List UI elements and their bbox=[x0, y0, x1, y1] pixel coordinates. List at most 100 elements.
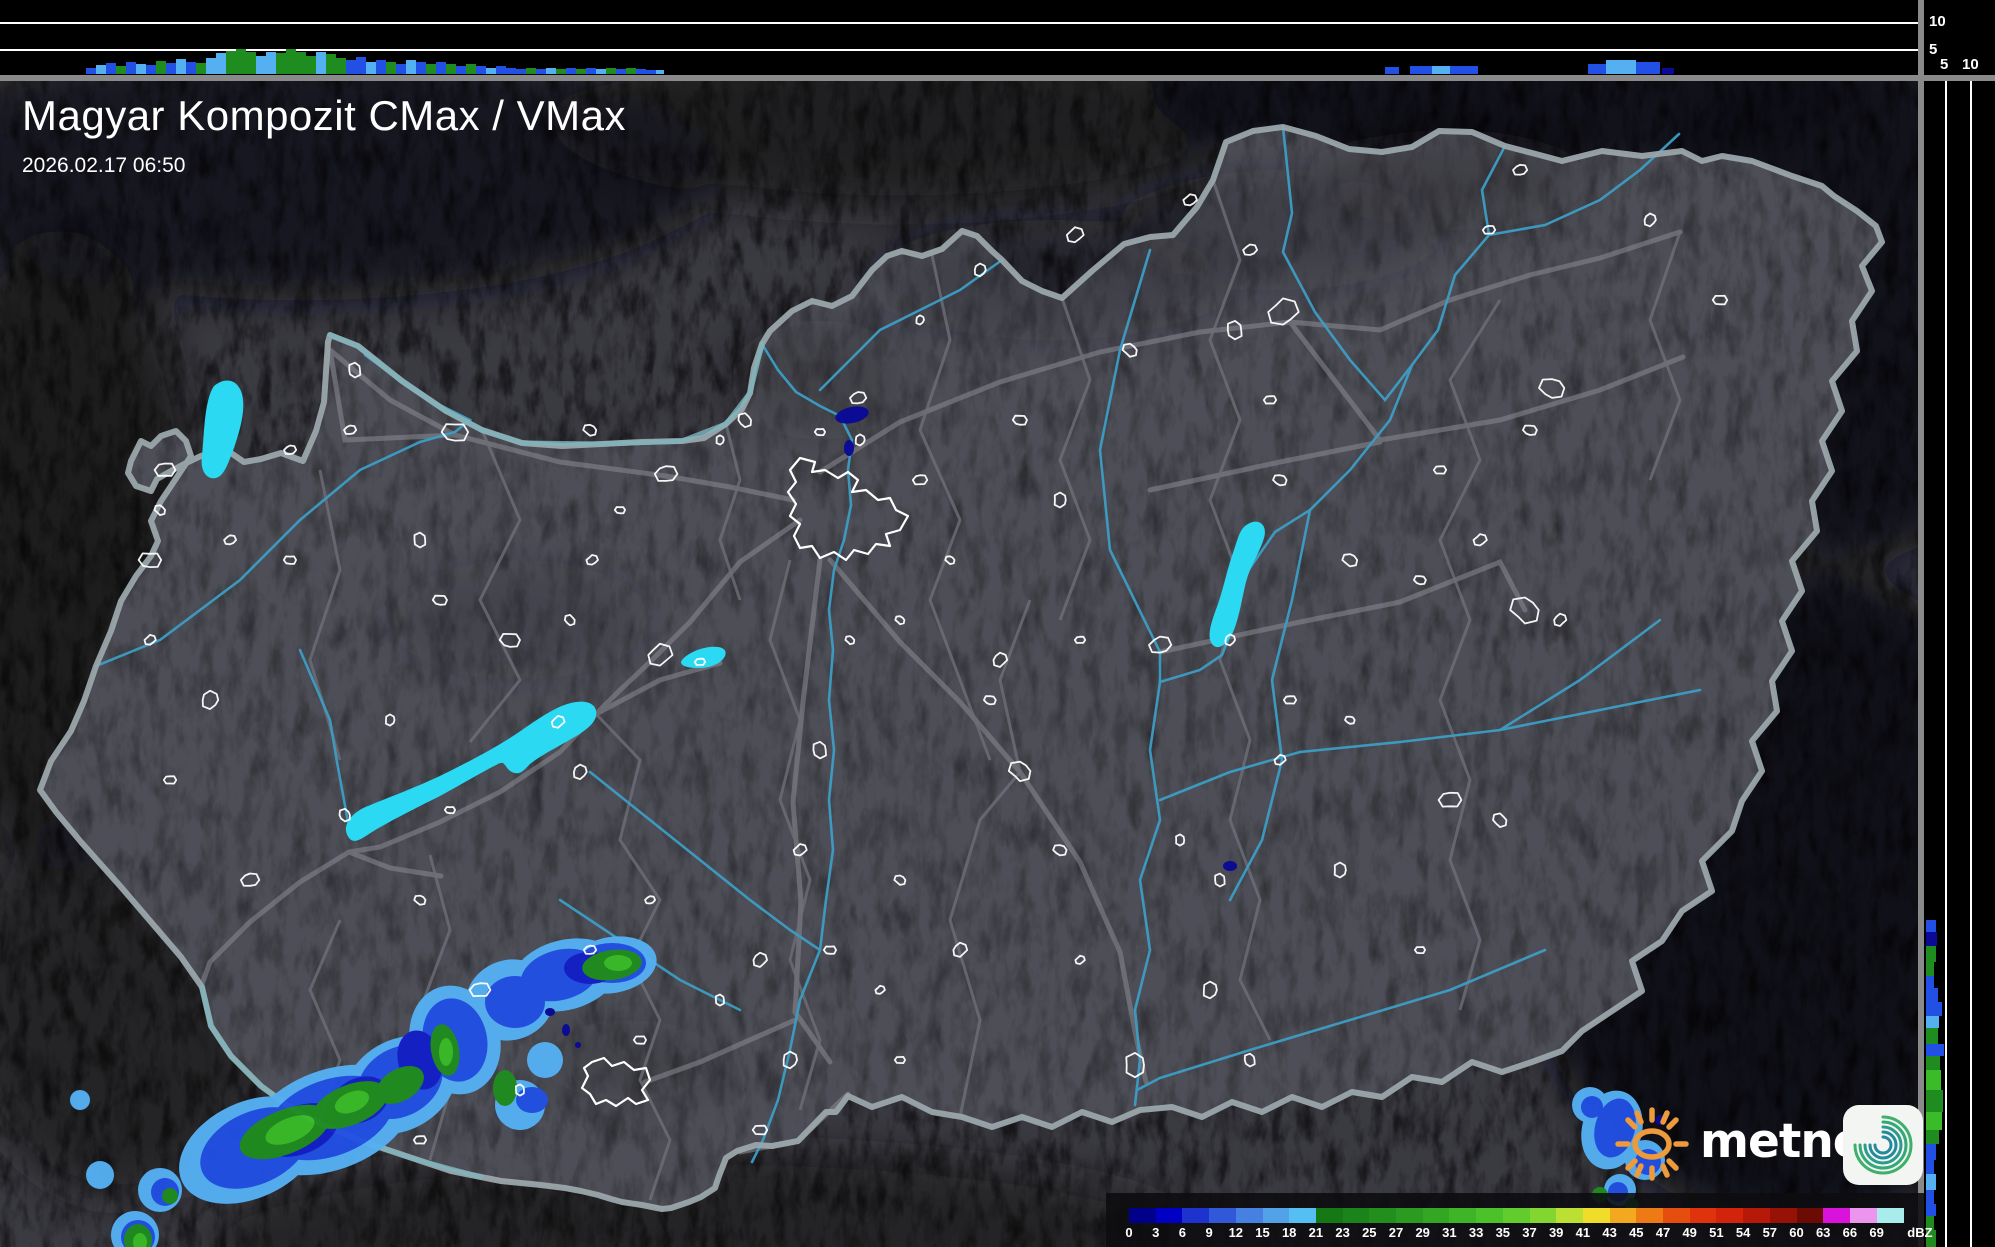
top-profile-echo-segment bbox=[286, 49, 296, 74]
right-profile-echo-segment bbox=[1926, 1112, 1942, 1130]
top-profile-echo-segment bbox=[346, 60, 356, 74]
timestamp: 2026.02.17 06:50 bbox=[22, 154, 186, 177]
legend-color-cell bbox=[1369, 1208, 1397, 1223]
right-profile-echo-segment bbox=[1926, 1130, 1939, 1144]
legend-value-label: 31 bbox=[1442, 1225, 1457, 1240]
top-profile-echo-segment bbox=[616, 69, 626, 74]
top-profile-echo-segment bbox=[626, 68, 636, 74]
metnet-logo: metnet bbox=[1604, 1096, 1924, 1192]
legend-color-cell bbox=[1689, 1208, 1717, 1223]
legend-color-cell bbox=[1823, 1208, 1851, 1223]
legend-color-cell bbox=[1396, 1208, 1424, 1223]
sun-icon bbox=[1615, 1107, 1689, 1181]
top-profile-echo-segment bbox=[306, 56, 316, 74]
top-profile-echo-segment bbox=[356, 57, 366, 74]
legend-value-label: 39 bbox=[1548, 1225, 1564, 1240]
legend-color-cell bbox=[1796, 1208, 1824, 1223]
legend-value-label: 0 bbox=[1125, 1225, 1133, 1240]
top-profile-echo-segment bbox=[456, 66, 466, 74]
right-profile-echo-segment bbox=[1926, 920, 1936, 932]
right-profile-echo-segment bbox=[1926, 1016, 1939, 1028]
top-profile-echo-segment bbox=[166, 63, 176, 74]
right-profile-echo-segment bbox=[1926, 1070, 1941, 1090]
legend-value-label: 23 bbox=[1335, 1225, 1350, 1240]
top-profile-echo-segment bbox=[506, 68, 516, 74]
right-profile-echo-segment bbox=[1926, 1204, 1936, 1216]
legend-color-cell bbox=[1582, 1208, 1611, 1223]
legend-color-cell bbox=[1636, 1208, 1664, 1223]
legend-color-cell bbox=[1849, 1208, 1878, 1223]
weather-radar-composite: 10 5 5 10 Magyar Kompozit CMax / VMax 20… bbox=[0, 0, 1995, 1247]
hungary-radar-map bbox=[0, 78, 1918, 1247]
legend-color-cell bbox=[1876, 1208, 1904, 1223]
top-profile-echo-segment bbox=[366, 62, 376, 74]
top-profile-echo-segment bbox=[486, 68, 496, 74]
top-profile-echo-segment bbox=[586, 68, 596, 74]
top-profile-echo-segment bbox=[326, 54, 336, 74]
right-profile-echo-segment bbox=[1926, 1160, 1934, 1174]
legend-color-cell bbox=[1262, 1208, 1290, 1223]
top-profile-echo-segment bbox=[1385, 67, 1399, 74]
right-profile-echo-segment bbox=[1926, 976, 1934, 988]
top-profile-echo-segment bbox=[406, 60, 416, 74]
top-profile-echo-segment bbox=[566, 68, 576, 74]
top-profile-echo-segment bbox=[636, 69, 646, 74]
top-profile-echo-segment bbox=[1606, 60, 1636, 74]
top-profile-echo-segment bbox=[466, 64, 476, 74]
top-profile-echo-segment bbox=[196, 63, 206, 74]
top-profile-echo-segment bbox=[256, 56, 266, 74]
legend-value-label: 54 bbox=[1735, 1225, 1751, 1240]
legend-value-label: 66 bbox=[1842, 1225, 1858, 1240]
top-profile-echo-segment bbox=[316, 52, 326, 74]
legend-color-cell bbox=[1476, 1208, 1504, 1223]
top-profile-echo-segment bbox=[86, 68, 96, 74]
legend-value-label: 15 bbox=[1255, 1225, 1270, 1240]
top-profile-echo-segment bbox=[656, 70, 664, 74]
top-profile-echo-segment bbox=[546, 68, 556, 74]
legend-color-cell bbox=[1315, 1208, 1344, 1223]
top-profile-echo-segment bbox=[386, 62, 396, 74]
top-profile-echo-segment bbox=[226, 51, 236, 74]
legend-color-cell bbox=[1129, 1208, 1157, 1223]
top-axis-label-5: 5 bbox=[1929, 41, 1938, 58]
dbz-color-scale: 0 3 6 9 12 15 18 21 23 25 27 29 31 33 35 37 39 41 43 45 47 49… bbox=[1106, 1193, 1933, 1247]
right-profile-echo-segment bbox=[1926, 1044, 1944, 1056]
legend-value-label: 21 bbox=[1308, 1225, 1324, 1240]
legend-color-cell bbox=[1556, 1208, 1584, 1223]
top-profile-echo-segment bbox=[496, 66, 506, 74]
legend-color-cell bbox=[1422, 1208, 1450, 1223]
top-profile-echo-segment bbox=[236, 49, 246, 74]
top-profile-echo-segment bbox=[526, 68, 536, 74]
top-profile-echo-segment bbox=[176, 59, 186, 74]
legend-value-label: 33 bbox=[1468, 1225, 1484, 1240]
right-profile-echo-segment bbox=[1926, 946, 1936, 962]
top-profile-echo-segment bbox=[446, 64, 456, 74]
top-profile-echo-segment bbox=[536, 69, 546, 74]
right-profile-echo-segment bbox=[1926, 1028, 1938, 1044]
top-profile-echo-segment bbox=[186, 62, 196, 74]
legend-value-label: 57 bbox=[1762, 1225, 1778, 1240]
top-profile-echo-segment bbox=[476, 66, 486, 74]
legend-value-label: 45 bbox=[1629, 1225, 1644, 1240]
top-profile-echo-segment bbox=[416, 62, 426, 74]
legend-value-label: 29 bbox=[1415, 1225, 1430, 1240]
metnet-app-icon bbox=[1843, 1105, 1923, 1185]
top-profile-echo-segment bbox=[516, 69, 526, 74]
top-profile-echo-segment bbox=[246, 52, 256, 74]
legend-value-label: 41 bbox=[1575, 1225, 1591, 1240]
top-profile-echo-segment bbox=[336, 58, 346, 74]
legend-color-cell bbox=[1155, 1208, 1183, 1223]
legend-color-cell bbox=[1449, 1208, 1477, 1223]
top-profile-echo-segment bbox=[1432, 66, 1450, 74]
horizontal-divider bbox=[0, 75, 1995, 81]
legend-value-label: 3 bbox=[1152, 1225, 1160, 1240]
top-axis-label-10: 10 bbox=[1929, 13, 1946, 30]
top-profile-echo-segment bbox=[156, 61, 166, 74]
legend-color-cell bbox=[1663, 1208, 1691, 1223]
top-profile-echo-segment bbox=[146, 65, 156, 74]
legend-value-label: 6 bbox=[1178, 1225, 1187, 1240]
top-profile-echo-segment bbox=[556, 69, 566, 74]
right-axis-label-5: 5 bbox=[1940, 56, 1949, 73]
legend-value-label: 18 bbox=[1281, 1225, 1297, 1240]
right-profile-echo-segment bbox=[1926, 932, 1937, 946]
